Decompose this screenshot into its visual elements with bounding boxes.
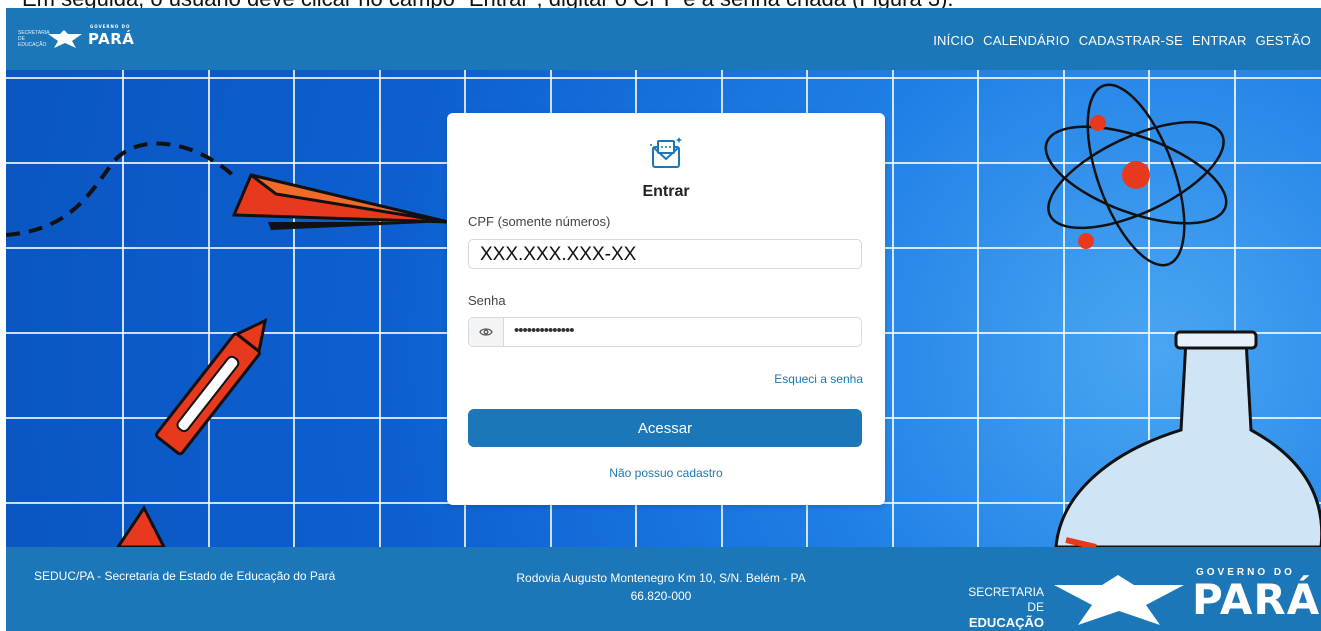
dashed-path	[6, 141, 238, 237]
nav-calendario[interactable]: CALENDÁRIO	[983, 33, 1070, 48]
submit-button[interactable]: Acessar	[468, 409, 862, 447]
cpf-input[interactable]: XXX.XXX.XXX-XX	[468, 239, 862, 269]
footer-org: SEDUC/PA - Secretaria de Estado de Educa…	[34, 569, 336, 583]
eye-icon[interactable]	[469, 318, 504, 346]
nav-cadastrar[interactable]: CADASTRAR-SE	[1079, 33, 1183, 48]
brand-governo-text: GOVERNO DO	[90, 24, 131, 29]
footer-secretaria: SECRETARIA DE EDUCAÇÃO	[956, 585, 1044, 631]
brand-logo[interactable]: SECRETARIA DE EDUCAÇÃO GOVERNO DO PARÁ	[18, 24, 135, 50]
nav-gestao[interactable]: GESTÃO	[1256, 33, 1311, 48]
paper-plane-illustration	[231, 173, 449, 230]
footer-secretaria-line2: EDUCAÇÃO	[968, 615, 1044, 630]
flask-illustration	[1054, 330, 1321, 547]
brand-secretaria-text: SECRETARIA DE EDUCAÇÃO	[18, 30, 50, 48]
brand-para-word: PARÁ	[88, 30, 135, 48]
footer-address: Rodovia Augusto Montenegro Km 10, S/N. B…	[471, 569, 851, 605]
password-label: Senha	[468, 293, 506, 308]
nav-inicio[interactable]: INÍCIO	[933, 33, 974, 48]
cpf-label: CPF (somente números)	[468, 214, 611, 229]
register-link[interactable]: Não possuo cadastro	[447, 466, 885, 480]
envelope-sparkle-icon	[650, 137, 682, 168]
document-caption: Em seguida, o usuário deve clicar no cam…	[0, 0, 1321, 8]
star-logo-icon	[48, 30, 82, 48]
footer-address-line2: 66.820-000	[630, 589, 692, 603]
footer-secretaria-line1: SECRETARIA DE	[968, 585, 1044, 614]
password-input-value: ••••••••••••••	[514, 322, 575, 339]
cpf-input-value: XXX.XXX.XXX-XX	[480, 244, 637, 265]
login-card: Entrar CPF (somente números) XXX.XXX.XXX…	[447, 113, 885, 505]
red-cone-illustration	[116, 505, 166, 547]
footer: SEDUC/PA - Secretaria de Estado de Educa…	[6, 547, 1321, 631]
footer-para: PARÁ	[1192, 575, 1321, 624]
login-title: Entrar	[642, 183, 690, 200]
footer-address-line1: Rodovia Augusto Montenegro Km 10, S/N. B…	[516, 571, 806, 585]
nav-entrar[interactable]: ENTRAR	[1192, 33, 1247, 48]
brand-para-text: GOVERNO DO PARÁ	[88, 24, 135, 48]
main-nav: INÍCIO CALENDÁRIO CADASTRAR-SE ENTRAR GE…	[933, 33, 1311, 48]
password-input[interactable]: ••••••••••••••	[468, 317, 862, 347]
top-navbar: SECRETARIA DE EDUCAÇÃO GOVERNO DO PARÁ I…	[6, 8, 1321, 70]
caption-text: Em seguida, o usuário deve clicar no cam…	[22, 0, 954, 8]
forgot-password-link[interactable]: Esqueci a senha	[774, 372, 863, 386]
star-logo-icon	[1054, 575, 1184, 625]
